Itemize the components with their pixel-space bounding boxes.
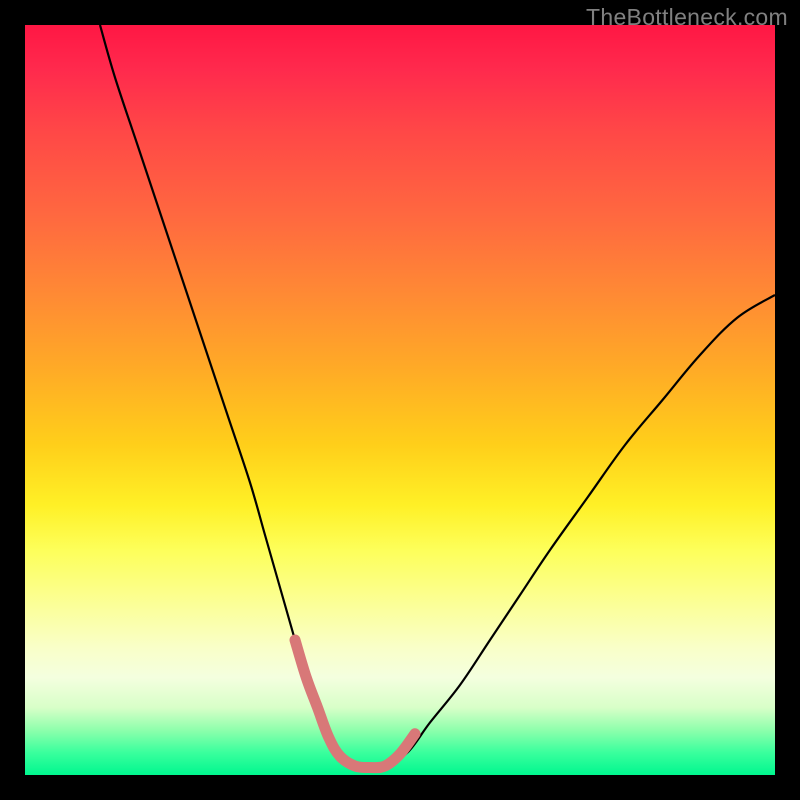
optimal-zone-path: [295, 640, 415, 768]
chart-svg: [25, 25, 775, 775]
watermark-text: TheBottleneck.com: [586, 4, 788, 31]
bottleneck-curve-path: [100, 25, 775, 768]
